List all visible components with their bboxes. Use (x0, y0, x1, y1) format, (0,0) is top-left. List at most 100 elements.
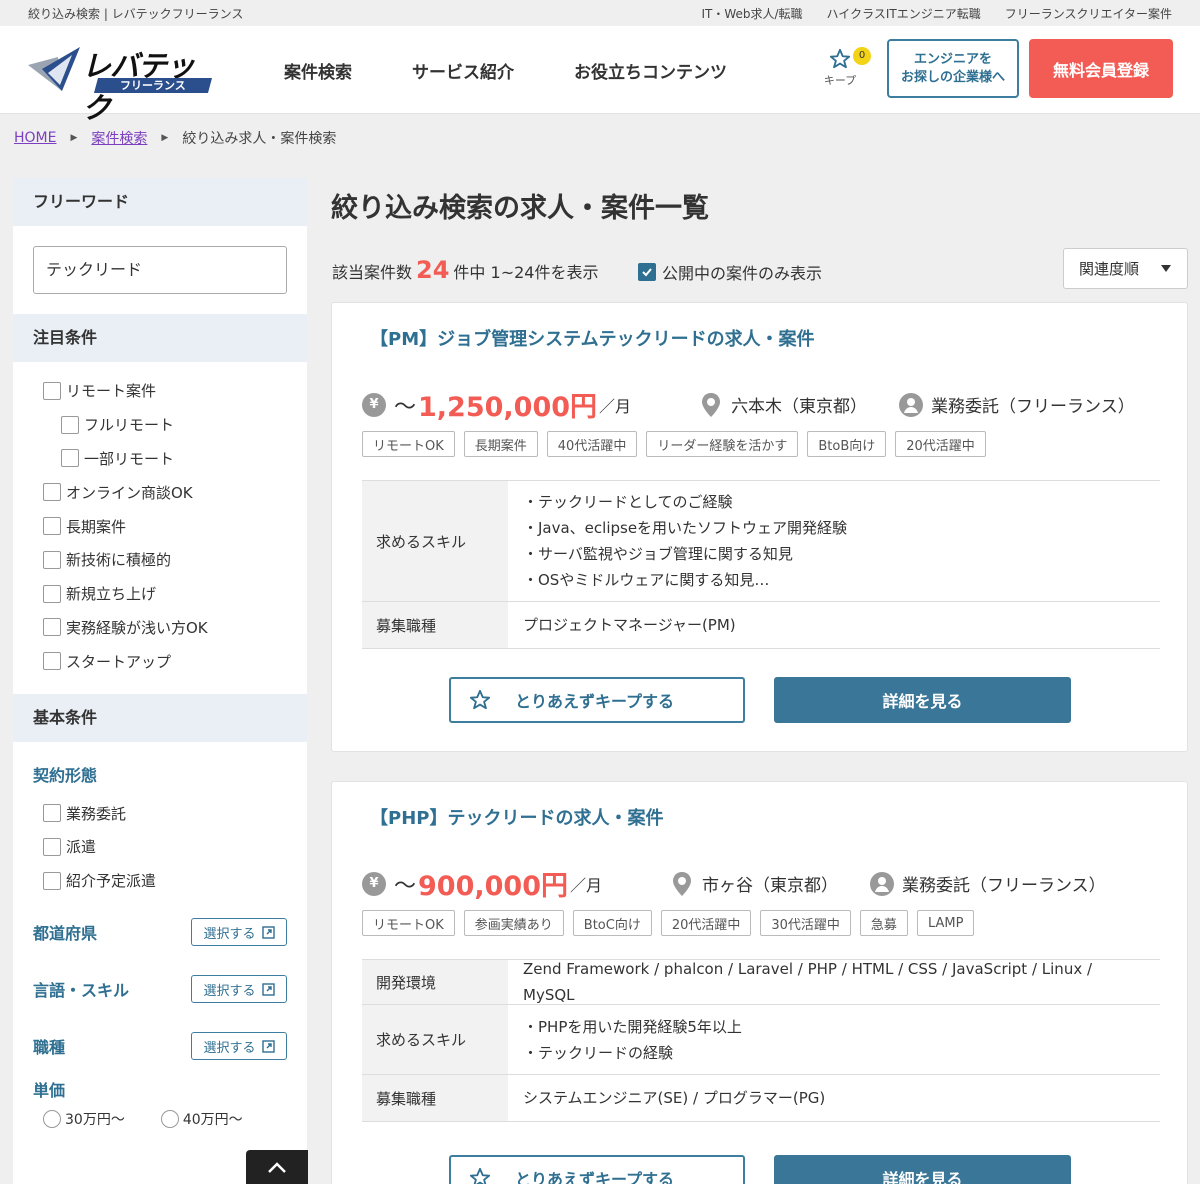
featured-checkbox[interactable]: リモート案件 (43, 374, 307, 408)
featured-label: スタートアップ (66, 652, 172, 671)
job-spec-table: 開発環境 Zend Framework / phalcon / Laravel … (362, 959, 1160, 1122)
utility-link-it-web[interactable]: IT・Web求人/転職 (701, 5, 802, 22)
select-row-label: 都道府県 (33, 924, 98, 944)
keep-job-button[interactable]: とりあえずキープする (449, 677, 745, 723)
contract-heading: 契約形態 (33, 766, 98, 786)
filter-sidebar: フリーワード テックリード 注目条件 リモート案件 フルリモート 一部リモート オンラ… (13, 178, 307, 1184)
job-tag: リーダー経験を活かす (646, 431, 799, 457)
featured-label: 実務経験が浅い方OK (66, 618, 208, 637)
contract-label: 業務委託 (66, 804, 127, 823)
contract-list: 業務委託派遣紹介予定派遣 (13, 786, 307, 903)
checkbox-box (43, 618, 61, 637)
external-link-icon (261, 982, 275, 996)
skill-line: ・PHPを用いた開発経験5年以上 (523, 1017, 742, 1036)
select-button[interactable]: 選択する (191, 1032, 287, 1061)
breadcrumb-home[interactable]: HOME (14, 130, 56, 146)
star-icon (829, 48, 851, 69)
nav-contents[interactable]: お役立ちコンテンツ (574, 58, 727, 83)
public-only-checkbox[interactable]: 公開中の案件のみ表示 (638, 260, 822, 284)
checkbox-box (43, 804, 61, 823)
featured-list: リモート案件フルリモート一部リモート オンライン商談OK 長期案件新技術に積極的 新規… (13, 362, 307, 694)
spec-skills: ・テックリードとしてのご経験 ・Java、eclipseを用いたソフトウェア開発経… (508, 481, 1160, 601)
featured-label: オンライン商談OK (66, 483, 193, 502)
checkbox-box (43, 652, 61, 671)
register-button[interactable]: 無料会員登録 (1029, 39, 1173, 98)
job-tag: 40代活躍中 (546, 431, 638, 457)
skill-line: ・OSやミドルウェアに関する知見… (523, 571, 770, 589)
select-button[interactable]: 選択する (191, 975, 287, 1004)
featured-checkbox[interactable]: 一部リモート (43, 442, 307, 476)
select-rows: 都道府県 選択する 言語・スキル 選択する 職種 選択する (13, 904, 307, 1075)
featured-label: 長期案件 (66, 517, 127, 536)
featured-checkbox[interactable]: 新技術に積極的 (43, 543, 307, 577)
featured-checkbox[interactable]: 長期案件 (43, 509, 307, 543)
corporate-button[interactable]: エンジニアを お探しの企業様へ (887, 39, 1019, 98)
logo-mark-icon (28, 47, 80, 91)
featured-checkbox[interactable]: 実務経験が浅い方OK (43, 611, 307, 645)
keep-link[interactable]: キープ 0 (820, 47, 871, 88)
checkbox-box (43, 837, 61, 856)
nav-job-search[interactable]: 案件検索 (284, 58, 352, 83)
job-tag: 20代活躍中 (660, 910, 752, 936)
breadcrumb-arrow-icon: ▶ (70, 133, 78, 143)
select-row: 職種 選択する (13, 1018, 307, 1075)
featured-checkbox[interactable]: スタートアップ (43, 644, 307, 678)
job-location: 六本木（東京都） (731, 397, 868, 417)
featured-checkbox[interactable]: 新規立ち上げ (43, 577, 307, 611)
utility-link-highclass[interactable]: ハイクラスITエンジニア転職 (827, 5, 981, 22)
featured-label: 新規立ち上げ (66, 585, 157, 604)
view-detail-button[interactable]: 詳細を見る (774, 1155, 1071, 1184)
breadcrumb-job-search[interactable]: 案件検索 (91, 128, 147, 148)
site-logo[interactable]: レバテック フリーランス (28, 45, 213, 125)
checkmark-icon (638, 263, 656, 281)
contract-checkbox[interactable]: 派遣 (43, 830, 307, 864)
star-icon (469, 689, 491, 710)
contract-checkbox[interactable]: 業務委託 (43, 796, 307, 830)
nav-service[interactable]: サービス紹介 (412, 58, 514, 83)
result-count: 該当案件数 24 件中 1~24件を表示 (332, 256, 599, 284)
job-title[interactable]: 【PM】ジョブ管理システムテックリードの求人・案件 (370, 325, 815, 351)
featured-checkbox[interactable]: オンライン商談OK (43, 475, 307, 509)
contract-label: 派遣 (66, 838, 97, 857)
location-pin-icon (702, 392, 721, 417)
featured-label: 一部リモート (84, 449, 175, 468)
select-row: 言語・スキル 選択する (13, 961, 307, 1018)
featured-checkbox[interactable]: フルリモート (43, 408, 307, 442)
job-location: 市ヶ谷（東京都） (702, 876, 839, 896)
job-conditions: ¥ ～ 1,250,000円 ／月 六本木（東京都） 業務委託（フリーランス） (362, 385, 1167, 424)
contract-checkbox[interactable]: 紹介予定派遣 (43, 864, 307, 898)
select-button[interactable]: 選択する (191, 918, 287, 947)
sort-select[interactable]: 関連度順 (1063, 248, 1188, 289)
price-option-30[interactable]: 30万円〜 (43, 1109, 125, 1129)
spec-row-env: 開発環境 Zend Framework / phalcon / Laravel … (362, 960, 1160, 1005)
spec-row-skills: 求めるスキル ・テックリードとしてのご経験 ・Java、eclipseを用いたソフ… (362, 481, 1160, 602)
job-tags: リモートOK 参画実績あり BtoC向け 20代活躍中 30代活躍中 急募 LAMP (362, 910, 975, 936)
back-to-top-button[interactable] (246, 1150, 308, 1184)
page-title: 絞り込み検索の求人・案件一覧 (331, 193, 709, 224)
freeword-input[interactable]: テックリード (33, 246, 287, 294)
utility-bar: 絞り込み検索 | レバテックフリーランス IT・Web求人/転職 ハイクラスIT… (0, 0, 1200, 26)
featured-label: 新技術に積極的 (66, 551, 172, 570)
contract-label: 紹介予定派遣 (66, 872, 157, 891)
job-card: 【PM】ジョブ管理システムテックリードの求人・案件 ¥ ～ 1,250,000円／… (331, 302, 1188, 752)
keep-job-button[interactable]: とりあえずキープする (449, 1155, 745, 1184)
featured-label: リモート案件 (66, 382, 157, 401)
price-heading: 単価 (33, 1080, 66, 1100)
utility-link-creator[interactable]: フリーランスクリエイター案件 (1005, 5, 1172, 22)
utility-links: IT・Web求人/転職 ハイクラスITエンジニア転職 フリーランスクリエイター案… (701, 5, 1172, 22)
job-tag: リモートOK (362, 431, 455, 457)
job-title[interactable]: 【PHP】テックリードの求人・案件 (370, 804, 663, 830)
star-icon (469, 1167, 491, 1184)
view-detail-button[interactable]: 詳細を見る (774, 677, 1071, 723)
select-row: 都道府県 選択する (13, 904, 307, 961)
skill-line: ・テックリードとしてのご経験 (523, 493, 733, 511)
job-tag: 急募 (859, 910, 908, 936)
job-tag: 30代活躍中 (760, 910, 851, 936)
job-tag: 20代活躍中 (895, 431, 986, 457)
job-contract: 業務委託（フリーランス） (931, 397, 1135, 417)
external-link-icon (261, 1039, 275, 1053)
job-contract: 業務委託（フリーランス） (902, 876, 1106, 896)
checkbox-box (43, 550, 61, 569)
price-option-40[interactable]: 40万円〜 (160, 1109, 243, 1129)
breadcrumb-current: 絞り込み求人・案件検索 (182, 131, 337, 147)
